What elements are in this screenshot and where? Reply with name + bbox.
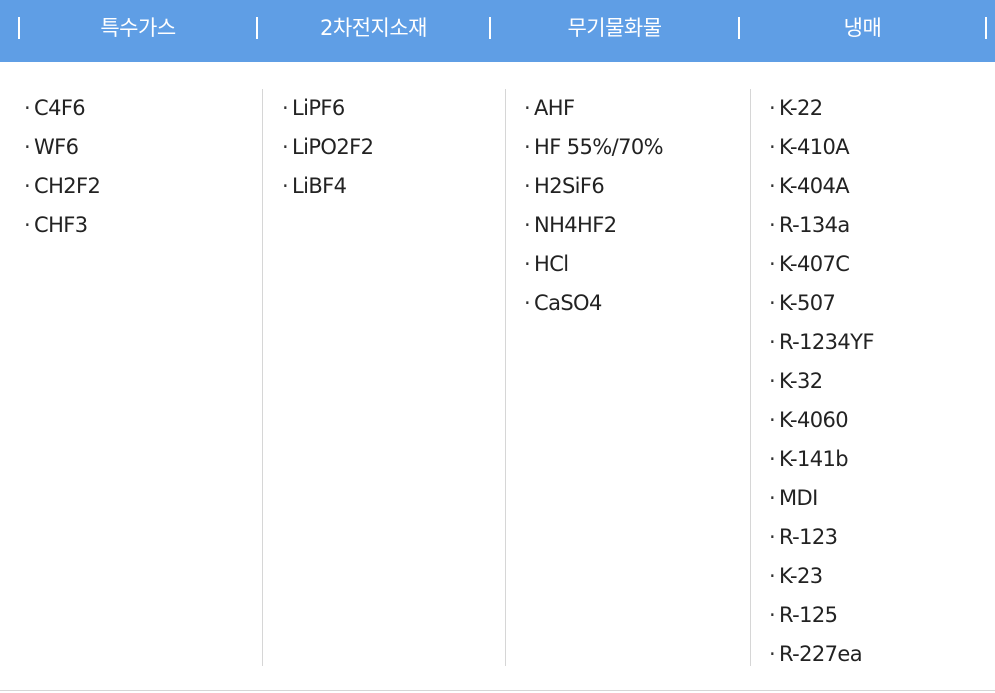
product-name: LiPF6 (292, 96, 345, 120)
category-tab-bar: 특수가스 2차전지소재 무기물화물 냉매 (0, 0, 995, 62)
bullet-icon: · (524, 174, 531, 198)
bullet-icon: · (524, 96, 531, 120)
product-name: CaSO4 (534, 291, 602, 315)
product-name: CHF3 (34, 213, 88, 237)
refrigerants-list: · K-22 · K-410A · K-404A · R-134a · K-407C · K… (769, 89, 874, 674)
column-divider (505, 89, 506, 666)
bullet-icon: · (769, 330, 776, 354)
tab-inorganic-compounds[interactable]: 무기물화물 (491, 0, 738, 56)
product-name: K-141b (779, 447, 849, 471)
product-name: K-410A (779, 135, 850, 159)
bullet-icon: · (524, 291, 531, 315)
bullet-icon: · (282, 174, 289, 198)
list-item[interactable]: · K-4060 (769, 401, 874, 440)
special-gas-list: · C4F6 · WF6 · CH2F2 · CHF3 (24, 89, 101, 245)
bullet-icon: · (769, 564, 776, 588)
battery-materials-list: · LiPF6 · LiPO2F2 · LiBF4 (282, 89, 374, 206)
list-item[interactable]: · K-507 (769, 284, 874, 323)
product-category-panel: 특수가스 2차전지소재 무기물화물 냉매 · C4F6 · WF6 · CH2F2 ·… (0, 0, 995, 693)
tab-special-gas[interactable]: 특수가스 (20, 0, 256, 56)
product-name: CH2F2 (34, 174, 101, 198)
list-item[interactable]: · CHF3 (24, 206, 100, 245)
column-divider (750, 89, 751, 666)
product-name: K-4060 (779, 408, 849, 432)
list-item[interactable]: · R-227ea (769, 635, 874, 674)
product-name: R-125 (779, 603, 838, 627)
product-name: AHF (534, 96, 575, 120)
list-item[interactable]: · MDI (769, 479, 874, 518)
list-item[interactable]: · R-1234YF (769, 323, 874, 362)
product-name: MDI (779, 486, 818, 510)
list-item[interactable]: · K-410A (769, 128, 874, 167)
column-divider (262, 89, 263, 666)
bullet-icon: · (769, 174, 776, 198)
bullet-icon: · (769, 642, 776, 666)
bullet-icon: · (24, 174, 31, 198)
product-name: K-23 (779, 564, 823, 588)
bullet-icon: · (24, 213, 31, 237)
inorganic-compounds-list: · AHF · HF 55%/70% · H2SiF6 · NH4HF2 · HCl · C… (524, 89, 664, 323)
list-item[interactable]: · LiPF6 (282, 89, 373, 128)
list-item[interactable]: · HCl (524, 245, 663, 284)
bullet-icon: · (769, 96, 776, 120)
product-name: R-227ea (779, 642, 863, 666)
list-item[interactable]: · LiBF4 (282, 167, 373, 206)
bottom-divider (0, 690, 995, 691)
product-name: K-404A (779, 174, 850, 198)
list-item[interactable]: · CH2F2 (24, 167, 101, 206)
product-name: R-134a (779, 213, 850, 237)
bullet-icon: · (524, 252, 531, 276)
list-item[interactable]: · R-123 (769, 518, 874, 557)
bullet-icon: · (769, 291, 776, 315)
list-item[interactable]: · K-407C (769, 245, 874, 284)
product-name: K-32 (779, 369, 823, 393)
product-name: R-123 (779, 525, 838, 549)
list-item[interactable]: · CaSO4 (524, 284, 663, 323)
list-item[interactable]: · HF 55%/70% (524, 128, 664, 167)
product-name: R-1234YF (779, 330, 874, 354)
bullet-icon: · (769, 486, 776, 510)
bullet-icon: · (769, 447, 776, 471)
list-item[interactable]: · K-141b (769, 440, 874, 479)
bullet-icon: · (769, 369, 776, 393)
list-item[interactable]: · H2SiF6 (524, 167, 663, 206)
list-item[interactable]: · AHF (524, 89, 663, 128)
bullet-icon: · (769, 408, 776, 432)
product-name: NH4HF2 (534, 213, 617, 237)
list-item[interactable]: · K-23 (769, 557, 874, 596)
product-name: K-407C (779, 252, 850, 276)
bullet-icon: · (24, 135, 31, 159)
bullet-icon: · (524, 213, 531, 237)
bullet-icon: · (24, 96, 31, 120)
list-item[interactable]: · NH4HF2 (524, 206, 663, 245)
bullet-icon: · (769, 252, 776, 276)
list-item[interactable]: · K-32 (769, 362, 874, 401)
tab-separator (985, 17, 987, 39)
product-name: LiBF4 (292, 174, 347, 198)
product-name: HCl (534, 252, 569, 276)
bullet-icon: · (282, 96, 289, 120)
list-item[interactable]: · K-404A (769, 167, 874, 206)
product-name: HF 55%/70% (534, 135, 664, 159)
list-item[interactable]: · LiPO2F2 (282, 128, 374, 167)
tab-secondary-battery-materials[interactable]: 2차전지소재 (258, 0, 489, 56)
tab-refrigerants[interactable]: 냉매 (740, 0, 985, 56)
list-item[interactable]: · C4F6 (24, 89, 100, 128)
product-name: K-22 (779, 96, 823, 120)
list-item[interactable]: · K-22 (769, 89, 874, 128)
bullet-icon: · (524, 135, 531, 159)
product-name: H2SiF6 (534, 174, 605, 198)
product-name: LiPO2F2 (292, 135, 374, 159)
bullet-icon: · (769, 213, 776, 237)
list-item[interactable]: · R-134a (769, 206, 874, 245)
product-name: C4F6 (34, 96, 86, 120)
bullet-icon: · (769, 525, 776, 549)
bullet-icon: · (282, 135, 289, 159)
product-name: WF6 (34, 135, 79, 159)
list-item[interactable]: · WF6 (24, 128, 100, 167)
bullet-icon: · (769, 135, 776, 159)
product-name: K-507 (779, 291, 836, 315)
bullet-icon: · (769, 603, 776, 627)
list-item[interactable]: · R-125 (769, 596, 874, 635)
